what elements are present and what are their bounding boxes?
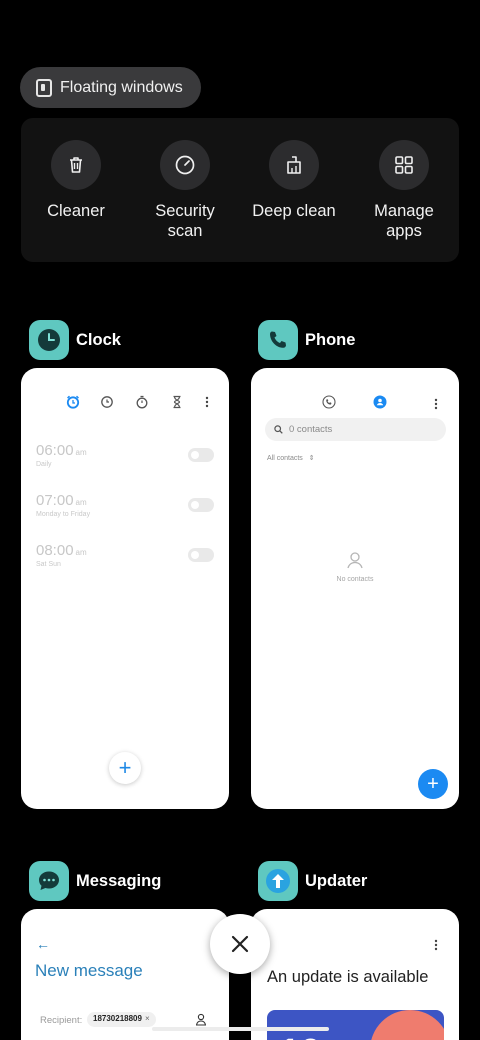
update-available-title: An update is available bbox=[267, 968, 429, 986]
call-log-tab-icon[interactable] bbox=[322, 395, 336, 414]
stopwatch-tab-icon[interactable] bbox=[134, 394, 150, 410]
banner-version-text: 10 bbox=[279, 1032, 321, 1040]
messaging-app-card[interactable]: ← New message Recipient: 18730218809 × bbox=[21, 909, 229, 1040]
world-clock-tab-icon[interactable] bbox=[99, 394, 115, 410]
back-arrow-icon[interactable]: ← bbox=[36, 936, 50, 952]
alarm-ampm: am bbox=[75, 498, 87, 507]
timer-tab-icon[interactable] bbox=[169, 394, 185, 410]
cleaner-button[interactable]: Cleaner bbox=[21, 140, 131, 221]
manage-apps-label: Manage apps bbox=[374, 202, 434, 240]
more-options-icon[interactable] bbox=[199, 394, 215, 410]
close-icon bbox=[231, 935, 249, 953]
deep-clean-button[interactable]: Deep clean bbox=[239, 140, 349, 221]
floating-windows-label: Floating windows bbox=[60, 78, 183, 96]
person-icon bbox=[345, 550, 365, 575]
alarm-repeat: Daily bbox=[36, 461, 52, 468]
alarm-row[interactable]: 08:00 am Sat Sun bbox=[36, 542, 214, 578]
alarm-toggle[interactable] bbox=[188, 548, 214, 562]
updater-app-name: Updater bbox=[305, 871, 368, 890]
filter-label: All contacts bbox=[267, 455, 303, 462]
add-alarm-button[interactable]: + bbox=[109, 752, 141, 784]
alarm-repeat: Monday to Friday bbox=[36, 511, 91, 518]
add-contact-button[interactable]: + bbox=[418, 769, 448, 799]
security-scan-label: Security scan bbox=[155, 202, 215, 240]
security-scan-icon bbox=[160, 140, 210, 190]
contacts-filter-dropdown[interactable]: All contacts ⇕ bbox=[267, 454, 315, 462]
clock-app-icon bbox=[29, 320, 69, 360]
recipient-chip[interactable]: 18730218809 × bbox=[87, 1012, 156, 1027]
more-options-icon[interactable] bbox=[434, 397, 438, 415]
alarm-ampm: am bbox=[75, 548, 87, 557]
messaging-app-header[interactable]: Messaging bbox=[29, 861, 161, 901]
recent-apps-screen: Floating windows Cleaner Security scan D… bbox=[0, 0, 480, 1040]
sort-arrows-icon: ⇕ bbox=[308, 455, 315, 462]
alarm-toggle[interactable] bbox=[188, 498, 214, 512]
alarm-tab-icon[interactable] bbox=[65, 394, 81, 410]
alarm-toggle[interactable] bbox=[188, 448, 214, 462]
alarm-time: 07:00 bbox=[36, 492, 74, 509]
alarm-ampm: am bbox=[75, 448, 87, 457]
search-icon bbox=[274, 425, 283, 434]
new-message-title: New message bbox=[35, 961, 143, 980]
phone-app-header[interactable]: Phone bbox=[258, 320, 355, 360]
alarm-row[interactable]: 06:00 am Daily bbox=[36, 442, 214, 478]
updater-app-header[interactable]: Updater bbox=[258, 861, 367, 901]
contacts-tab-icon[interactable] bbox=[373, 395, 387, 414]
updater-app-card[interactable]: An update is available 10 bbox=[251, 909, 459, 1040]
alarm-time: 08:00 bbox=[36, 542, 74, 559]
remove-recipient-icon[interactable]: × bbox=[145, 1014, 150, 1023]
grid-icon bbox=[379, 140, 429, 190]
clock-app-header[interactable]: Clock bbox=[29, 320, 121, 360]
floating-window-icon bbox=[36, 78, 52, 97]
recipient-label: Recipient: bbox=[40, 1015, 83, 1026]
messaging-app-name: Messaging bbox=[76, 871, 162, 890]
phone-app-card[interactable]: 0 contacts All contacts ⇕ No contacts + bbox=[251, 368, 459, 809]
quick-tools-panel: Cleaner Security scan Deep clean Manage … bbox=[21, 118, 459, 262]
clock-app-card[interactable]: 06:00 am Daily 07:00 am Monday to Friday 0… bbox=[21, 368, 229, 809]
cleaner-label: Cleaner bbox=[47, 202, 105, 220]
clock-app-name: Clock bbox=[76, 330, 121, 349]
clock-tab-bar bbox=[21, 394, 229, 410]
alarm-repeat: Sat Sun bbox=[36, 561, 61, 568]
deep-clean-icon bbox=[269, 140, 319, 190]
security-scan-button[interactable]: Security scan bbox=[130, 140, 240, 241]
alarm-row[interactable]: 07:00 am Monday to Friday bbox=[36, 492, 214, 528]
alarm-time: 06:00 bbox=[36, 442, 74, 459]
messaging-app-icon bbox=[29, 861, 69, 901]
close-all-button[interactable] bbox=[210, 914, 270, 974]
update-banner-image: 10 bbox=[267, 1010, 444, 1040]
contacts-search-input[interactable]: 0 contacts bbox=[265, 418, 446, 441]
trash-icon bbox=[51, 140, 101, 190]
manage-apps-button[interactable]: Manage apps bbox=[349, 140, 459, 241]
more-options-icon[interactable] bbox=[434, 938, 438, 956]
deep-clean-label: Deep clean bbox=[252, 202, 336, 220]
floating-windows-button[interactable]: Floating windows bbox=[20, 67, 201, 108]
recipient-number: 18730218809 bbox=[93, 1014, 142, 1023]
home-indicator[interactable] bbox=[152, 1027, 329, 1031]
search-placeholder: 0 contacts bbox=[289, 424, 333, 435]
updater-app-icon bbox=[258, 861, 298, 901]
phone-app-icon bbox=[258, 320, 298, 360]
phone-app-name: Phone bbox=[305, 330, 356, 349]
empty-state-text: No contacts bbox=[336, 576, 374, 583]
